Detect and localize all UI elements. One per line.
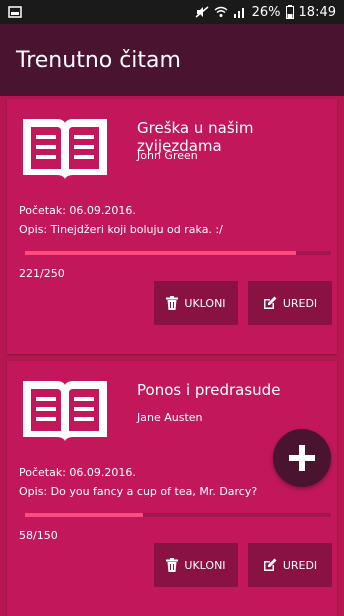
remove-button[interactable]: UKLONI (154, 543, 238, 587)
edit-icon (263, 296, 277, 309)
notification-icon (8, 6, 22, 18)
book-author: Jane Austen (137, 411, 203, 424)
reading-progress-bar (25, 251, 331, 255)
edit-icon (263, 558, 277, 571)
app-bar: Trenutno čitam (0, 24, 344, 96)
page-title: Trenutno čitam (16, 47, 181, 73)
book-description: Opis: Do you fancy a cup of tea, Mr. Dar… (19, 485, 258, 498)
status-bar: 26% 18:49 (0, 0, 344, 24)
mute-icon (195, 6, 209, 18)
reading-progress-bar (25, 513, 331, 517)
reading-progress-fill (25, 513, 144, 517)
remove-label: UKLONI (184, 558, 226, 572)
trash-icon (166, 296, 179, 310)
plus-icon (289, 445, 315, 471)
remove-button[interactable]: UKLONI (154, 281, 238, 325)
signal-icon (233, 8, 244, 18)
reading-progress-text: 58/150 (19, 529, 58, 542)
wifi-icon (214, 6, 228, 17)
book-card[interactable]: Ponos i predrasude Jane Austen Početak: … (7, 361, 337, 616)
battery-icon (285, 5, 294, 19)
book-description: Opis: Tinejdžeri koji boluju od raka. :/ (19, 223, 223, 236)
status-left (8, 6, 22, 18)
reading-progress-text: 221/250 (19, 267, 65, 280)
book-author: John Green (137, 149, 198, 162)
reading-progress-fill (25, 251, 296, 255)
edit-label: UREDI (282, 296, 318, 310)
book-start-date: Početak: 06.09.2016. (19, 466, 136, 479)
remove-label: UKLONI (184, 296, 226, 310)
add-book-button[interactable] (273, 429, 331, 487)
book-card[interactable]: Greška u našim zvijezdama John Green Poč… (7, 99, 337, 354)
status-right: 26% 18:49 (195, 5, 336, 20)
trash-icon (166, 558, 179, 572)
open-book-icon (23, 381, 107, 441)
open-book-icon (23, 119, 107, 179)
edit-button[interactable]: UREDI (248, 281, 332, 325)
book-start-date: Početak: 06.09.2016. (19, 204, 136, 217)
clock: 18:49 (298, 4, 336, 20)
edit-label: UREDI (282, 558, 318, 572)
edit-button[interactable]: UREDI (248, 543, 332, 587)
battery-percent: 26% (251, 4, 281, 20)
book-title: Ponos i predrasude (137, 381, 281, 399)
